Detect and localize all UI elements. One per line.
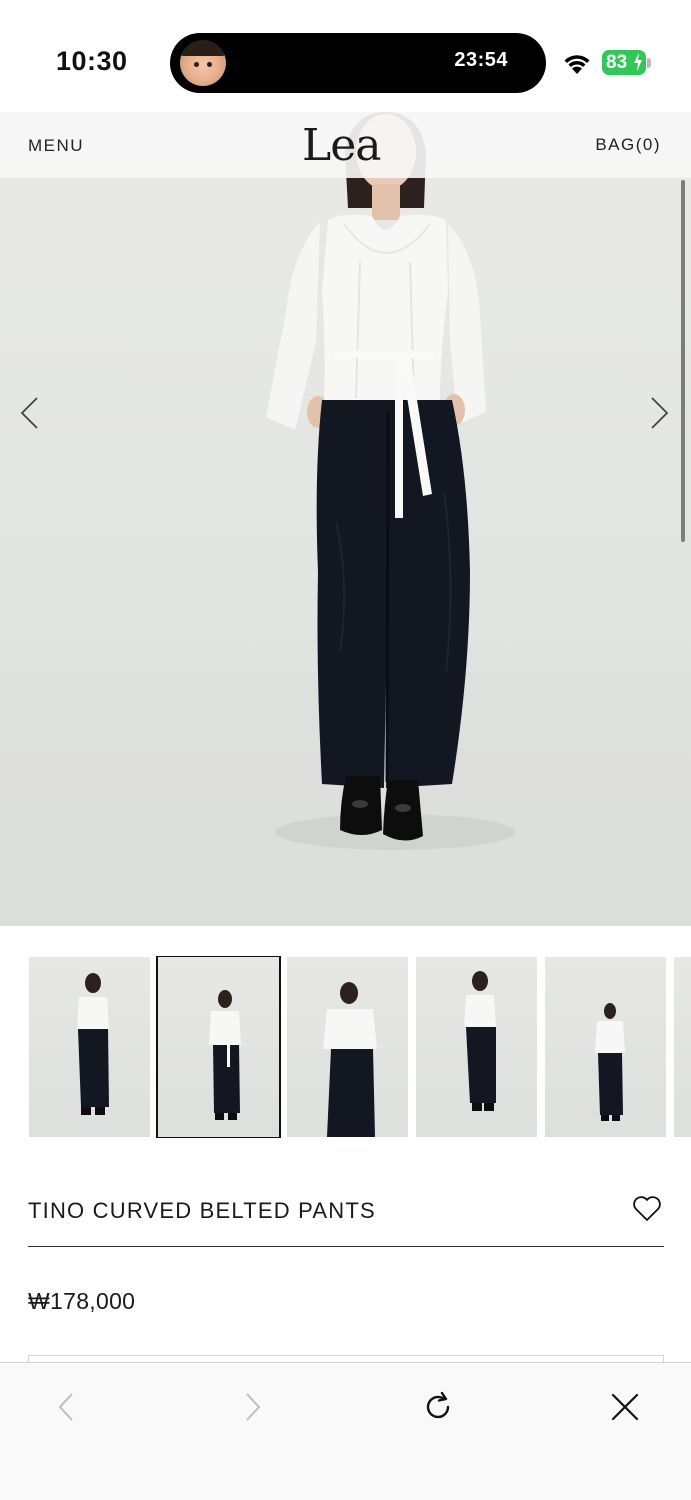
close-icon bbox=[611, 1393, 639, 1421]
gallery-next-icon[interactable] bbox=[649, 395, 671, 431]
gallery-prev-icon[interactable] bbox=[18, 395, 40, 431]
thumbnail[interactable] bbox=[287, 957, 408, 1137]
battery-indicator: 83 bbox=[602, 50, 646, 75]
browser-toolbar bbox=[0, 1362, 691, 1500]
thumbnail[interactable] bbox=[29, 957, 150, 1137]
chevron-right-icon bbox=[246, 1393, 261, 1421]
reload-icon bbox=[426, 1391, 450, 1419]
product-price: ₩178,000 bbox=[28, 1288, 136, 1314]
battery-level: 83 bbox=[606, 52, 628, 73]
scrollbar[interactable] bbox=[681, 180, 685, 542]
chevron-left-icon bbox=[58, 1393, 73, 1421]
divider bbox=[28, 1246, 664, 1247]
charging-bolt-icon bbox=[634, 53, 642, 71]
heart-outline-icon[interactable] bbox=[632, 1195, 662, 1222]
dynamic-island[interactable]: 23:54 bbox=[170, 33, 546, 93]
product-name: TINO CURVED BELTED PANTS bbox=[28, 1198, 376, 1223]
live-activity-avatar bbox=[180, 40, 226, 86]
thumbnail[interactable] bbox=[674, 957, 691, 1137]
site-header: MENU Lea BAG(0) bbox=[0, 112, 691, 178]
thumbnail[interactable] bbox=[416, 957, 537, 1137]
menu-button[interactable]: MENU bbox=[28, 136, 84, 156]
reload-button[interactable] bbox=[416, 1385, 460, 1429]
thumbnail-strip bbox=[29, 956, 691, 1138]
forward-button[interactable] bbox=[231, 1385, 275, 1429]
status-bar: 10:30 23:54 83 bbox=[0, 0, 691, 112]
live-activity-timer: 23:54 bbox=[454, 49, 508, 71]
product-main-image[interactable] bbox=[0, 112, 691, 926]
model-photo bbox=[0, 112, 691, 926]
status-time: 10:30 bbox=[56, 46, 128, 76]
battery-cap bbox=[647, 58, 651, 68]
back-button[interactable] bbox=[44, 1385, 88, 1429]
close-button[interactable] bbox=[603, 1385, 647, 1429]
wifi-icon bbox=[564, 55, 590, 74]
brand-logo[interactable]: Lea bbox=[302, 120, 381, 171]
thumbnail[interactable] bbox=[545, 957, 666, 1137]
bag-button[interactable]: BAG(0) bbox=[595, 135, 661, 155]
thumbnail-selected[interactable] bbox=[156, 956, 281, 1138]
